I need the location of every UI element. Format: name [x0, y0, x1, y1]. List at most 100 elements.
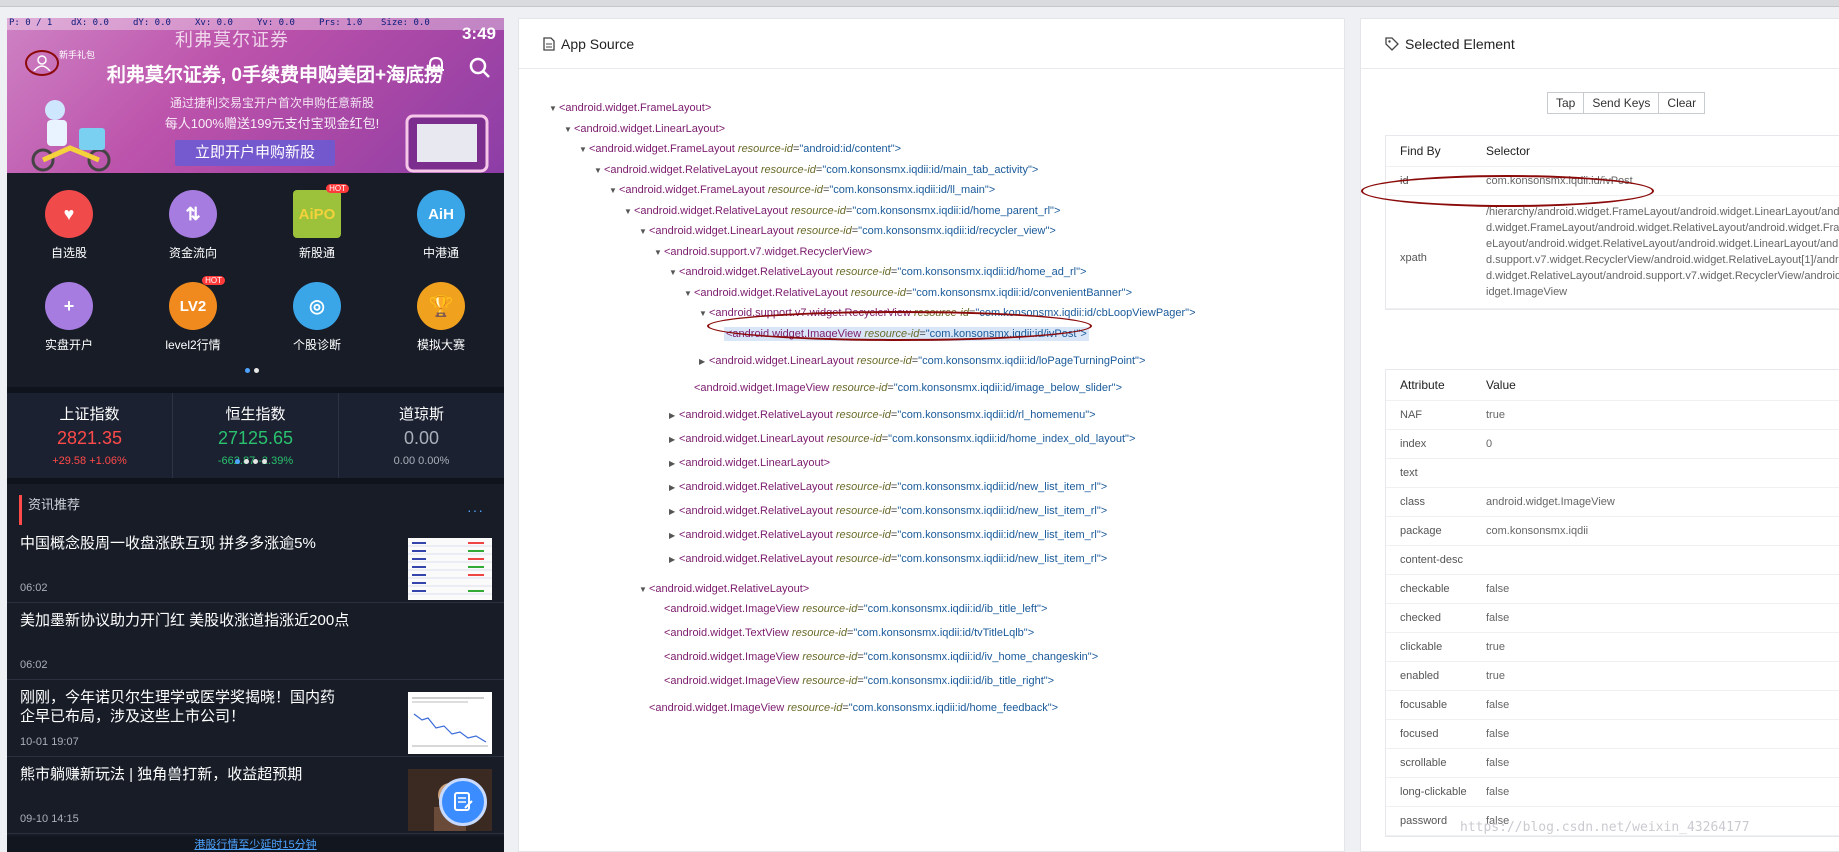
tree-node[interactable]: ▶ <android.widget.RelativeLayout resource… — [669, 505, 1107, 517]
news-item[interactable]: 中国概念股周一收盘涨跌互现 拼多多涨逾5% 06:02 — [7, 526, 504, 603]
expand-right-icon[interactable]: ▶ — [669, 411, 679, 420]
tree-node[interactable]: ▼ <android.widget.FrameLayout resource-id… — [609, 184, 995, 196]
menu-item-open-account[interactable]: + 实盘开户 — [7, 282, 131, 374]
index-card[interactable]: 恒生指数 27125.65 -662.87 -2.39% — [173, 393, 339, 478]
ipo-icon: AiPO — [293, 190, 341, 238]
menu-item-hk-connect[interactable]: AiH 中港通 — [379, 190, 503, 282]
expand-down-icon[interactable]: ▼ — [609, 186, 619, 195]
tree-node[interactable]: ▶ <android.widget.LinearLayout resource-i… — [669, 433, 1135, 445]
node-tag: <android.widget.RelativeLayout — [694, 287, 848, 299]
tree-node[interactable]: <android.widget.ImageView resource-id="c… — [684, 382, 1122, 394]
index-change: +29.58 +1.06% — [52, 455, 127, 467]
news-item[interactable]: 美加墨新协议助力开门红 美股收涨道指涨近200点 06:02 — [7, 603, 504, 680]
menu-item-level2[interactable]: LV2 HOT level2行情 — [131, 276, 255, 374]
node-label: <android.widget.ImageView resource-id="c… — [664, 651, 1099, 663]
user-avatar[interactable] — [25, 50, 59, 76]
tap-button[interactable]: Tap — [1547, 92, 1585, 114]
tree-node[interactable]: ▼ <android.widget.LinearLayout> — [564, 123, 725, 135]
tree-node[interactable]: <android.widget.TextView resource-id="co… — [654, 627, 1034, 639]
delay-notice-link[interactable]: 港股行情至少延时15分钟 — [194, 839, 316, 851]
expand-right-icon[interactable]: ▶ — [699, 357, 709, 366]
menu-item-contest[interactable]: 🏆 模拟大赛 — [379, 282, 503, 374]
table-row[interactable]: id com.konsonsmx.iqdii:id/ivPost — [1386, 167, 1839, 196]
tree-node[interactable]: <android.widget.ImageView resource-id="c… — [639, 702, 1058, 714]
node-attr-value: "com.konsonsmx.iqdii:id/new_list_item_rl… — [897, 529, 1108, 541]
expand-down-icon[interactable]: ▼ — [684, 289, 694, 298]
tree-node[interactable]: ▼ <android.widget.LinearLayout resource-i… — [639, 225, 1056, 237]
node-attr-name: resource-id — [850, 287, 906, 299]
tree-node[interactable]: ▼ <android.widget.FrameLayout> — [549, 102, 711, 114]
menu-item-label: 资金流向 — [168, 246, 217, 260]
table-row[interactable]: xpath /hierarchy/android.widget.FrameLay… — [1386, 196, 1839, 309]
menu-item-label: 新股通 — [298, 246, 335, 260]
delay-notice[interactable]: 港股行情至少延时15分钟 — [7, 836, 504, 852]
expand-down-icon[interactable]: ▼ — [669, 268, 679, 277]
node-label: <android.widget.RelativeLayout resource-… — [634, 205, 1061, 217]
tree-node[interactable]: ▼ <android.widget.FrameLayout resource-id… — [579, 143, 901, 155]
open-account-button[interactable]: 立即开户申购新股 — [175, 140, 335, 166]
expand-down-icon[interactable]: ▼ — [654, 248, 664, 257]
menu-item-ipo[interactable]: AiPO HOT 新股通 — [255, 184, 379, 282]
user-icon — [33, 55, 51, 71]
tree-node[interactable]: ▼ <android.support.v7.widget.RecyclerView… — [654, 246, 872, 258]
expand-down-icon[interactable]: ▼ — [564, 125, 574, 134]
tree-node[interactable]: ▶ <android.widget.RelativeLayout resource… — [669, 481, 1107, 493]
attribute-row: enabled true — [1386, 662, 1839, 691]
attribute-row: checkable false — [1386, 575, 1839, 604]
expand-down-icon[interactable]: ▼ — [549, 104, 559, 113]
edit-note-icon[interactable] — [439, 778, 487, 826]
expand-down-icon[interactable]: ▼ — [639, 227, 649, 236]
tree-node[interactable]: ▼ <android.widget.RelativeLayout resource… — [669, 266, 1086, 278]
expand-right-icon[interactable]: ▶ — [669, 531, 679, 540]
search-icon[interactable] — [468, 56, 492, 80]
tree-node[interactable]: ▼ <android.widget.RelativeLayout resource… — [594, 164, 1038, 176]
send-keys-button[interactable]: Send Keys — [1583, 92, 1660, 114]
node-attr-value: "com.konsonsmx.iqdii:id/home_index_old_l… — [888, 433, 1136, 445]
tree-node[interactable]: ▶ <android.widget.LinearLayout resource-i… — [699, 355, 1145, 367]
tree-node[interactable]: ▼ <android.support.v7.widget.RecyclerView… — [699, 307, 1196, 319]
market-index-strip[interactable]: 上证指数 2821.35 +29.58 +1.06% 恒生指数 27125.65… — [7, 387, 504, 484]
tree-node[interactable]: ▶ <android.widget.LinearLayout> — [669, 457, 830, 469]
selector-cell[interactable]: /hierarchy/android.widget.FrameLayout/an… — [1486, 196, 1839, 308]
expand-right-icon[interactable]: ▶ — [669, 459, 679, 468]
icon-glyph: ◎ — [309, 295, 325, 316]
news-item[interactable]: 刚刚，今年诺贝尔生理学或医学奖揭晓！国内药企早已布局，涉及这些上市公司！ 10-… — [7, 680, 504, 757]
tree-node-selected[interactable]: <android.widget.ImageView resource-id="c… — [714, 327, 1089, 341]
expand-down-icon[interactable]: ▼ — [639, 585, 649, 594]
device-screen[interactable]: P: 0 / 1 dX: 0.0 dY: 0.0 Xv: 0.0 Yv: 0.0… — [7, 18, 504, 852]
index-card[interactable]: 道琼斯 0.00 0.00 0.00% — [339, 393, 504, 478]
tree-node[interactable]: <android.widget.ImageView resource-id="c… — [654, 651, 1098, 663]
attribute-name: focused — [1400, 728, 1439, 740]
tree-node[interactable]: ▼ <android.widget.RelativeLayout> — [639, 583, 809, 595]
more-icon[interactable]: ··· — [467, 502, 484, 518]
tree-node[interactable]: ▶ <android.widget.RelativeLayout resource… — [669, 409, 1096, 421]
menu-item-watchlist[interactable]: ♥ 自选股 — [7, 190, 131, 282]
index-card[interactable]: 上证指数 2821.35 +29.58 +1.06% — [7, 393, 173, 478]
expand-down-icon[interactable]: ▼ — [579, 145, 589, 154]
column-header: Selector — [1486, 144, 1531, 158]
tree-node[interactable]: ▶ <android.widget.RelativeLayout resource… — [669, 553, 1107, 565]
expand-down-icon[interactable]: ▼ — [594, 166, 604, 175]
menu-item-fund-flow[interactable]: ⇅ 资金流向 — [131, 190, 255, 282]
expand-down-icon[interactable]: ▼ — [699, 309, 709, 318]
tree-node[interactable]: <android.widget.ImageView resource-id="c… — [654, 603, 1047, 615]
tree-node[interactable]: <android.widget.ImageView resource-id="c… — [654, 675, 1054, 687]
tree-node[interactable]: ▶ <android.widget.RelativeLayout resource… — [669, 529, 1107, 541]
selector-cell[interactable]: com.konsonsmx.iqdii:id/ivPost — [1486, 167, 1839, 195]
tree-node[interactable]: ▼ <android.widget.RelativeLayout resource… — [684, 287, 1132, 299]
column-header: Find By — [1400, 144, 1441, 158]
attribute-row: clickable true — [1386, 633, 1839, 662]
news-item[interactable]: 熊市躺赚新玩法 | 独角兽打新，收益超预期 09-10 14:15 — [7, 757, 504, 834]
expand-right-icon[interactable]: ▶ — [669, 555, 679, 564]
menu-item-diagnosis[interactable]: ◎ 个股诊断 — [255, 282, 379, 374]
expand-right-icon[interactable]: ▶ — [669, 483, 679, 492]
grid-row: ♥ 自选股 ⇅ 资金流向 AiPO HOT 新股通 AiH 中港通 — [7, 184, 504, 282]
tree-node[interactable]: ▼ <android.widget.RelativeLayout resource… — [624, 205, 1060, 217]
app-source-panel: App Source ▼ <android.widget.FrameLayout>… — [518, 18, 1345, 852]
clear-button[interactable]: Clear — [1658, 92, 1706, 114]
node-attr-name: resource-id — [796, 225, 852, 237]
expand-down-icon[interactable]: ▼ — [624, 207, 634, 216]
expand-right-icon[interactable]: ▶ — [669, 507, 679, 516]
expand-right-icon[interactable]: ▶ — [669, 435, 679, 444]
ad-banner[interactable]: P: 0 / 1 dX: 0.0 dY: 0.0 Xv: 0.0 Yv: 0.0… — [7, 18, 504, 173]
